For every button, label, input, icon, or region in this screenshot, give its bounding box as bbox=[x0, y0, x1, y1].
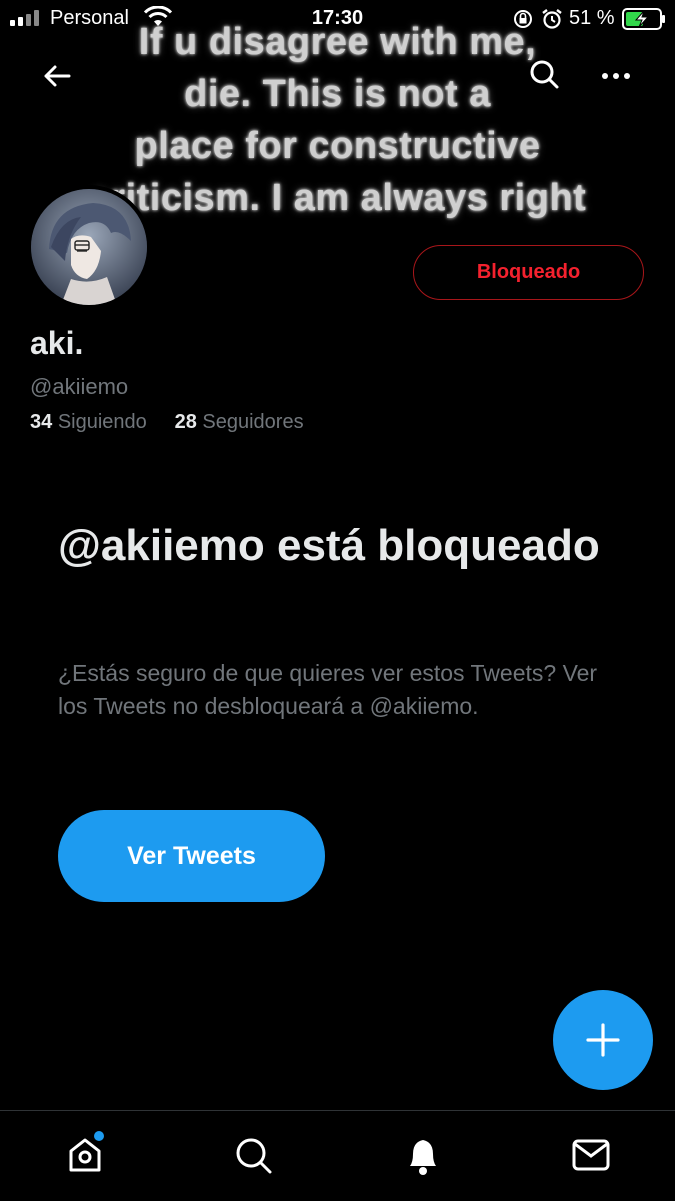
profile-handle: @akiiemo bbox=[30, 374, 129, 399]
status-bar: Personal 17:30 51 % bbox=[0, 0, 675, 38]
view-tweets-button[interactable]: Ver Tweets bbox=[58, 810, 325, 902]
search-icon bbox=[530, 60, 559, 89]
blocked-title: @akiiemo está bloqueado bbox=[58, 521, 600, 570]
more-icon bbox=[602, 73, 630, 79]
followers-count: 28 bbox=[174, 411, 197, 433]
followers-link[interactable]: 28 Seguidores bbox=[175, 411, 304, 433]
home-icon bbox=[69, 1138, 101, 1172]
battery-percent: 51 % bbox=[569, 7, 615, 29]
following-count: 34 bbox=[30, 411, 53, 433]
bottom-nav bbox=[0, 1110, 675, 1201]
tab-notifications[interactable] bbox=[393, 1125, 453, 1185]
profile-name: aki. bbox=[30, 325, 84, 361]
messages-icon bbox=[572, 1139, 610, 1171]
back-arrow-icon bbox=[44, 65, 71, 87]
tab-search[interactable] bbox=[223, 1125, 283, 1185]
tab-home[interactable] bbox=[55, 1125, 115, 1185]
alarm-icon bbox=[541, 8, 563, 36]
notifications-icon bbox=[410, 1140, 436, 1175]
search-icon bbox=[236, 1138, 272, 1174]
blocked-description: ¿Estás seguro de que quieres ver estos T… bbox=[58, 660, 598, 719]
more-button[interactable] bbox=[594, 54, 638, 98]
home-notification-dot bbox=[94, 1131, 104, 1141]
back-button[interactable] bbox=[35, 54, 79, 98]
follow-stats: 34 Siguiendo 28 Seguidores bbox=[30, 411, 304, 434]
following-label: Siguiendo bbox=[57, 411, 147, 433]
following-link[interactable]: 34 Siguiendo bbox=[30, 411, 147, 433]
tab-messages[interactable] bbox=[561, 1125, 621, 1185]
search-button[interactable] bbox=[522, 52, 566, 96]
plus-icon bbox=[586, 1023, 620, 1057]
blocked-button[interactable]: Bloqueado bbox=[413, 245, 644, 300]
followers-label: Seguidores bbox=[202, 411, 304, 433]
compose-tweet-button[interactable] bbox=[553, 990, 653, 1090]
battery-charging-icon bbox=[622, 8, 666, 36]
avatar[interactable] bbox=[27, 185, 151, 309]
orientation-lock-icon bbox=[512, 8, 534, 36]
